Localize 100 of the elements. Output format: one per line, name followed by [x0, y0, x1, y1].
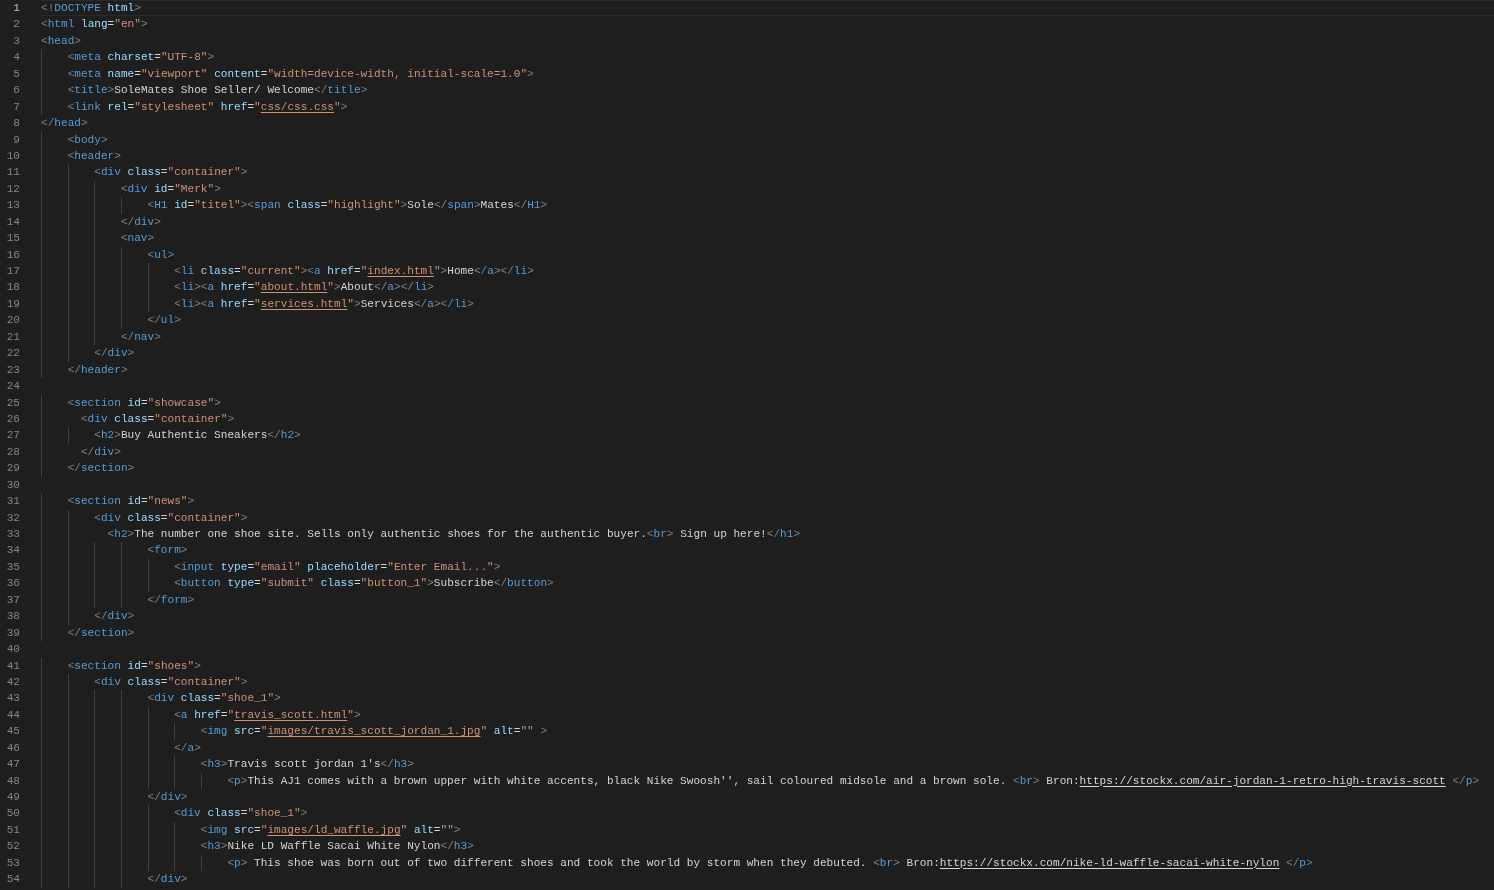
line-number: 50 [5, 806, 20, 822]
line-number: 7 [12, 99, 20, 115]
line-number: 29 [5, 461, 20, 477]
code-line: <nav> [120, 231, 155, 247]
code-line: <body> [67, 132, 108, 148]
line-number: 15 [5, 231, 20, 247]
code-line: <header> [67, 148, 121, 164]
code-line: <meta name="viewport" content="width=device-width, initial-scale=1.0"> [67, 66, 534, 82]
code-line: </a> [174, 740, 201, 756]
code-line: <p> This shoe was born out of two different shoes and took the world by storm when they debuted. <br> Bron:https://stockx.com/nike-ld-waffle-sacai-white-nylon </p> [227, 855, 1313, 871]
code-line: </head> [41, 116, 88, 132]
line-number: 44 [5, 707, 20, 723]
line-number: 11 [5, 165, 20, 181]
line-number: 13 [5, 198, 20, 214]
code-line: <h3>Travis scott jordan 1's</h3> [200, 757, 414, 773]
code-line: </div> [147, 872, 188, 888]
code-line: <li><a href="about.html">About</a></li> [174, 280, 434, 296]
line-number: 49 [5, 790, 20, 805]
code-line: <h3>Nike LD Waffle Sacai White Nylon</h3> [200, 839, 474, 855]
code-line: <li><a href="services.html">Services</a></li> [174, 296, 474, 312]
code-line: <meta charset="UTF-8"> [67, 50, 215, 66]
line-number: 21 [5, 329, 20, 345]
line-number: 18 [5, 280, 20, 296]
code-line: </div> [147, 790, 188, 805]
code-line: <!DOCTYPE html> [41, 1, 141, 16]
line-number: 2 [12, 17, 20, 33]
code-line: </div> [94, 346, 135, 362]
code-line: <html lang="en"> [41, 17, 148, 33]
line-number: 22 [5, 346, 20, 362]
line-number: 39 [5, 625, 20, 641]
line-number: 14 [5, 214, 20, 230]
line-number: 8 [12, 116, 20, 132]
line-number: 19 [5, 296, 20, 312]
line-number: 33 [5, 527, 20, 542]
line-number: 5 [12, 66, 20, 82]
line-number: 51 [5, 822, 20, 838]
line-number: 54 [5, 872, 20, 888]
line-number: 37 [5, 592, 20, 608]
line-number: 10 [5, 148, 20, 164]
code-line: </ul> [147, 313, 181, 329]
code-line: <div class="container"> [94, 510, 248, 526]
code-line: </section> [67, 461, 135, 477]
line-number: 17 [5, 264, 20, 279]
line-number: 45 [5, 724, 20, 740]
code-line: <link rel="stylesheet" href="css/css.css"> [67, 99, 348, 115]
code-line: <head> [41, 33, 81, 49]
code-line: <div id="Merk"> [120, 181, 221, 197]
line-number: 36 [5, 576, 20, 592]
line-number: 30 [5, 477, 20, 493]
code-line: <section id="showcase"> [67, 395, 221, 411]
line-number: 31 [5, 494, 20, 510]
line-number: 4 [12, 50, 20, 66]
code-line: </div> [94, 609, 135, 625]
line-number: 38 [5, 609, 20, 625]
line-number: 3 [12, 33, 20, 49]
line-number: 47 [5, 757, 20, 773]
line-number: 53 [5, 855, 20, 871]
line-number: 27 [5, 428, 20, 444]
code-line: </header> [67, 362, 128, 378]
line-number: 32 [5, 510, 20, 526]
code-line: <h2>The number one shoe site. Sells only authentic shoes for the authentic buyer.<br> Sign up here!</h1> [107, 527, 801, 542]
code-line: <H1 id="titel"><span class="highlight">Sole</span>Mates</H1> [147, 198, 548, 214]
code-line: <p>This AJ1 comes with a brown upper with white accents, black Nike Swoosh'', sail coloured midsole and a brown sole. <br> Bron:https://stockx.com/air-jordan-1-retro-high-travis-scott </p> [227, 773, 1480, 789]
line-number: 52 [5, 839, 20, 855]
code-line: <h2>Buy Authentic Sneakers</h2> [94, 428, 301, 444]
code-line: <div class="container"> [80, 411, 235, 427]
line-number: 12 [5, 181, 20, 197]
code-line: <input type="email" placeholder="Enter Email..."> [174, 559, 501, 575]
line-number: 42 [5, 674, 20, 690]
line-number: 16 [5, 247, 20, 263]
code-line: <title>SoleMates Shoe Seller/ Welcome</title> [67, 83, 368, 99]
line-number: 23 [5, 362, 20, 378]
line-number: 34 [5, 543, 20, 559]
code-line: </div> [80, 444, 121, 460]
line-number: 35 [5, 559, 20, 575]
code-line: <img src="images/ld_waffle.jpg" alt=""> [200, 822, 461, 838]
code-line: <img src="images/travis_scott_jordan_1.jpg" alt="" > [200, 724, 548, 740]
code-line: <div class="container"> [94, 165, 248, 181]
line-number: 40 [5, 642, 20, 658]
code-line: </section> [67, 625, 135, 641]
line-number: 26 [5, 411, 20, 427]
code-line: <ul> [147, 247, 175, 263]
line-number: 48 [5, 773, 20, 789]
line-number: 28 [5, 444, 20, 460]
code-line: <li class="current"><a href="index.html">Home</a></li> [174, 264, 534, 279]
line-number: 1 [12, 1, 20, 16]
code-line: <section id="news"> [67, 494, 195, 510]
line-number: 41 [5, 658, 20, 674]
code-line: <div class="shoe_1"> [147, 691, 281, 707]
code-line: <button type="submit" class="button_1">Subscribe</button> [174, 576, 554, 592]
line-number: 24 [5, 379, 20, 395]
line-number: 9 [12, 132, 20, 148]
line-number: 43 [5, 691, 20, 707]
code-line: </nav> [120, 329, 161, 345]
code-line: </div> [120, 214, 161, 230]
code-line: <form> [147, 543, 188, 559]
code-line: <a href="travis_scott.html"> [174, 707, 361, 723]
code-line: <div class="container"> [94, 674, 248, 690]
code-line: </form> [147, 592, 195, 608]
line-number: 25 [5, 395, 20, 411]
